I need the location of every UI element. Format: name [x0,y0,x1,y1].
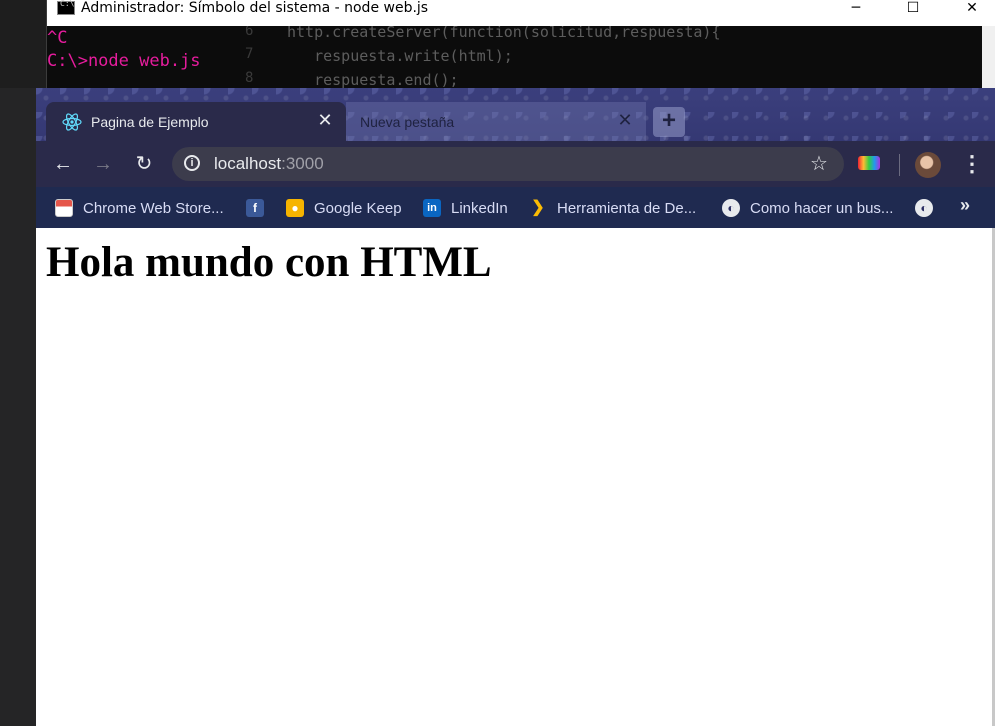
editor-activity-bar [0,88,36,726]
browser-toolbar: ← → ↻ i localhost:3000 ☆ ⋮ [36,141,995,187]
bookmark-chrome-web-store[interactable]: Chrome Web Store... [55,197,224,219]
reload-button[interactable]: ↻ [131,151,157,177]
cmd-app-icon: C:\ [57,0,75,15]
forward-button[interactable]: → [90,151,116,177]
new-tab-button[interactable]: + [653,107,685,137]
tab-strip: Pagina de Ejemplo ✕ Nueva pestaña ✕ + [36,88,995,141]
bookmark-label: Google Keep [314,199,402,217]
editor-line-number: 6 [245,26,254,39]
facebook-icon: f [246,199,264,217]
close-button[interactable]: ✕ [949,0,995,18]
minimize-button[interactable]: ─ [833,0,879,18]
page-heading: Hola mundo con HTML [46,239,492,286]
bookmark-como-hacer[interactable]: ◐ Como hacer un bus... [722,197,893,219]
linkedin-icon: in [423,199,441,217]
google-keep-icon: ● [286,199,304,217]
bookmark-google-keep[interactable]: ● Google Keep [286,197,402,219]
profile-avatar[interactable] [915,152,941,178]
globe-icon: ◐ [915,199,933,217]
menu-dots-icon[interactable]: ⋮ [961,151,983,177]
tab-label: Nueva pestaña [360,114,455,130]
extension-icon[interactable] [858,156,880,170]
bookmark-label: Como hacer un bus... [750,199,894,217]
devtools-icon: ❯ [531,199,545,216]
react-icon [62,113,82,131]
url-text: localhost:3000 [214,154,324,174]
close-tab-icon[interactable]: ✕ [315,110,335,130]
bookmarks-bar: Chrome Web Store... f ● Google Keep in L… [36,187,995,228]
site-info-icon[interactable]: i [184,155,200,171]
tab-label: Pagina de Ejemplo [91,114,209,130]
bookmark-facebook[interactable]: f [246,197,274,219]
bookmark-globe[interactable]: ◐ [915,197,943,219]
toolbar-divider [899,154,900,176]
bookmark-label: Herramienta de De... [557,199,697,217]
back-button[interactable]: ← [50,151,76,177]
browser-chrome: Pagina de Ejemplo ✕ Nueva pestaña ✕ + ← … [36,88,995,228]
bookmark-herramienta[interactable]: ❯ Herramienta de De... [529,197,696,219]
maximize-button[interactable]: ☐ [890,0,936,18]
tab-nueva-pestana[interactable]: Nueva pestaña ✕ [346,102,646,141]
editor-code-line: http.createServer(function(solicitud,res… [287,26,721,41]
bookmark-linkedin[interactable]: in LinkedIn [423,197,508,219]
editor-line-number: 7 [245,46,254,62]
cmd-output-line: C:\>node web.js [47,51,201,71]
tab-pagina-de-ejemplo[interactable]: Pagina de Ejemplo ✕ [46,102,346,141]
bookmark-label: LinkedIn [451,199,508,217]
cmd-window-title: Administrador: Símbolo del sistema - nod… [81,0,429,16]
globe-icon: ◐ [722,199,740,217]
close-tab-icon[interactable]: ✕ [615,110,635,130]
editor-code-line: respuesta.write(html); [287,47,513,65]
address-bar[interactable]: i localhost:3000 ☆ [172,147,844,181]
bookmark-label: Chrome Web Store... [83,199,224,217]
bookmark-star-icon[interactable]: ☆ [810,151,828,176]
bookmarks-overflow-button[interactable]: » [960,195,970,216]
page-viewport: Hola mundo con HTML [36,228,995,726]
cmd-output-line: ^C [47,28,68,48]
url-port: :3000 [281,154,324,173]
cmd-title-bar[interactable]: C:\ Administrador: Símbolo del sistema -… [47,0,995,26]
chrome-web-store-icon [55,199,73,217]
url-host: localhost [214,154,282,173]
editor-line-number: 8 [245,70,254,86]
